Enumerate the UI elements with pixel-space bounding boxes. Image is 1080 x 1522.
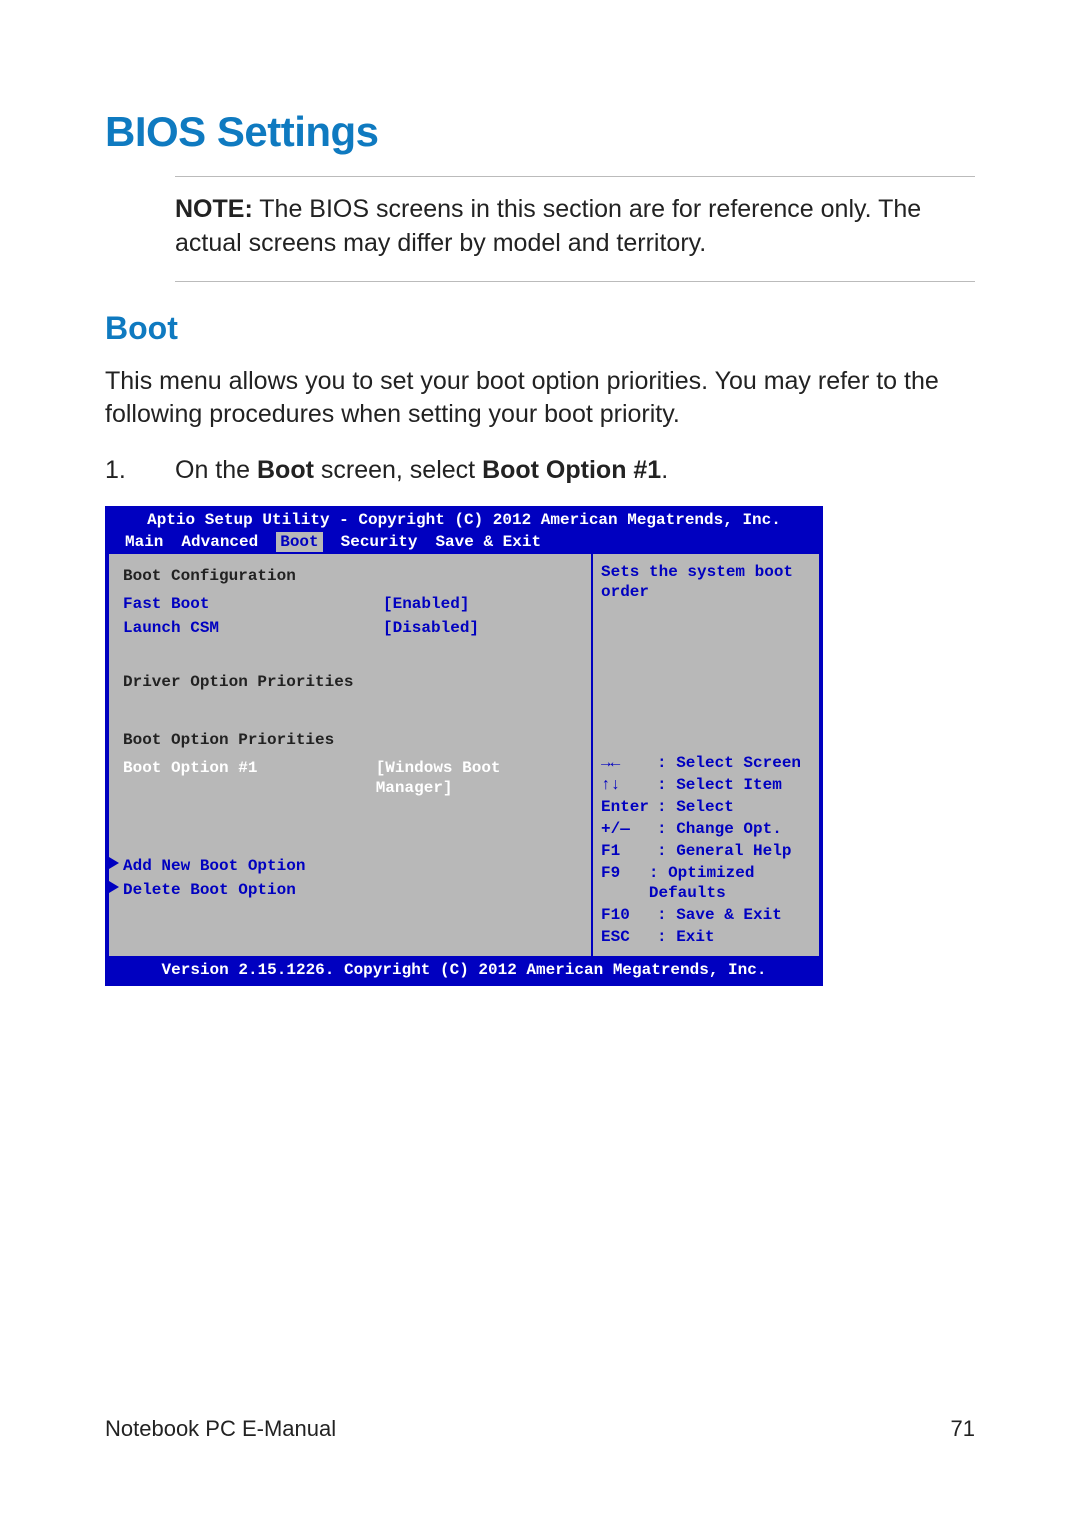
bios-help-description: Sets the system boot order: [601, 562, 813, 602]
key-key: ESC: [601, 927, 657, 947]
bios-menu-advanced[interactable]: Advanced: [181, 532, 258, 552]
launch-csm-value: [Disabled]: [383, 618, 479, 638]
note-text: The BIOS screens in this section are for…: [175, 195, 921, 257]
key-optimized-defaults: F9 : Optimized Defaults: [601, 862, 813, 904]
step-number: 1.: [105, 454, 175, 488]
page-footer: Notebook PC E-Manual 71: [105, 1416, 975, 1442]
bios-menu-save-exit[interactable]: Save & Exit: [435, 532, 541, 552]
launch-csm-option[interactable]: Launch CSM [Disabled]: [123, 616, 581, 640]
key-select-item: ↑↓ : Select Item: [601, 774, 813, 796]
key-value: : Exit: [657, 927, 715, 947]
bios-title-bar: Aptio Setup Utility - Copyright (C) 2012…: [107, 508, 821, 532]
bios-menu-main[interactable]: Main: [125, 532, 163, 552]
add-new-boot-option-label: Add New Boot Option: [123, 857, 305, 875]
key-value: : Save & Exit: [657, 905, 782, 925]
step-text-post: .: [661, 456, 668, 484]
step-text-b1: Boot: [257, 456, 314, 484]
key-key: F10: [601, 905, 657, 925]
submenu-arrow-icon: [109, 857, 119, 869]
key-general-help: F1 : General Help: [601, 840, 813, 862]
key-key: →←: [601, 753, 657, 773]
note-box: NOTE: The BIOS screens in this section a…: [175, 176, 975, 282]
key-value: : Optimized Defaults: [649, 863, 813, 903]
footer-left: Notebook PC E-Manual: [105, 1416, 336, 1442]
key-key: +/—: [601, 819, 657, 839]
key-enter: Enter: Select: [601, 796, 813, 818]
boot-option-1-label: Boot Option #1: [123, 758, 376, 798]
delete-boot-option-label: Delete Boot Option: [123, 881, 296, 899]
boot-option-priorities-header: Boot Option Priorities: [123, 726, 581, 756]
boot-option-1[interactable]: Boot Option #1 [Windows Boot Manager]: [123, 756, 581, 800]
bios-left-panel: Boot Configuration Fast Boot [Enabled] L…: [107, 554, 593, 958]
key-value: : Select: [657, 797, 734, 817]
bios-menu-security[interactable]: Security: [341, 532, 418, 552]
key-value: : Change Opt.: [657, 819, 782, 839]
fast-boot-label: Fast Boot: [123, 594, 383, 614]
key-save-exit: F10 : Save & Exit: [601, 904, 813, 926]
page-heading: BIOS Settings: [105, 108, 975, 156]
fast-boot-option[interactable]: Fast Boot [Enabled]: [123, 592, 581, 616]
section-heading-boot: Boot: [105, 310, 975, 347]
boot-configuration-header: Boot Configuration: [123, 562, 581, 592]
key-key: ↑↓: [601, 775, 657, 795]
submenu-arrow-icon: [109, 881, 119, 893]
key-key: F1: [601, 841, 657, 861]
key-esc: ESC : Exit: [601, 926, 813, 948]
key-key: F9: [601, 863, 649, 903]
add-new-boot-option[interactable]: Add New Boot Option: [123, 854, 581, 878]
key-value: : Select Screen: [657, 753, 801, 773]
boot-option-1-value: [Windows Boot Manager]: [376, 758, 581, 798]
note-label: NOTE:: [175, 195, 253, 223]
step-text-b2: Boot Option #1: [482, 456, 661, 484]
key-select-screen: →← : Select Screen: [601, 752, 813, 774]
key-key: Enter: [601, 797, 657, 817]
bios-version-footer: Version 2.15.1226. Copyright (C) 2012 Am…: [107, 958, 821, 984]
bios-menu-boot[interactable]: Boot: [276, 532, 322, 552]
fast-boot-value: [Enabled]: [383, 594, 469, 614]
footer-page-number: 71: [951, 1416, 975, 1442]
intro-paragraph: This menu allows you to set your boot op…: [105, 365, 975, 433]
bios-menu-bar: Main Advanced Boot Security Save & Exit: [107, 532, 821, 554]
launch-csm-label: Launch CSM: [123, 618, 383, 638]
key-change-opt: +/— : Change Opt.: [601, 818, 813, 840]
step-text-pre: On the: [175, 456, 257, 484]
step-text-mid: screen, select: [314, 456, 482, 484]
delete-boot-option[interactable]: Delete Boot Option: [123, 878, 581, 902]
driver-option-priorities-header: Driver Option Priorities: [123, 668, 581, 698]
bios-screenshot: Aptio Setup Utility - Copyright (C) 2012…: [105, 506, 823, 986]
key-value: : Select Item: [657, 775, 782, 795]
bios-help-panel: Sets the system boot order →← : Select S…: [593, 554, 821, 958]
key-value: : General Help: [657, 841, 791, 861]
step-1: 1. On the Boot screen, select Boot Optio…: [105, 454, 975, 488]
